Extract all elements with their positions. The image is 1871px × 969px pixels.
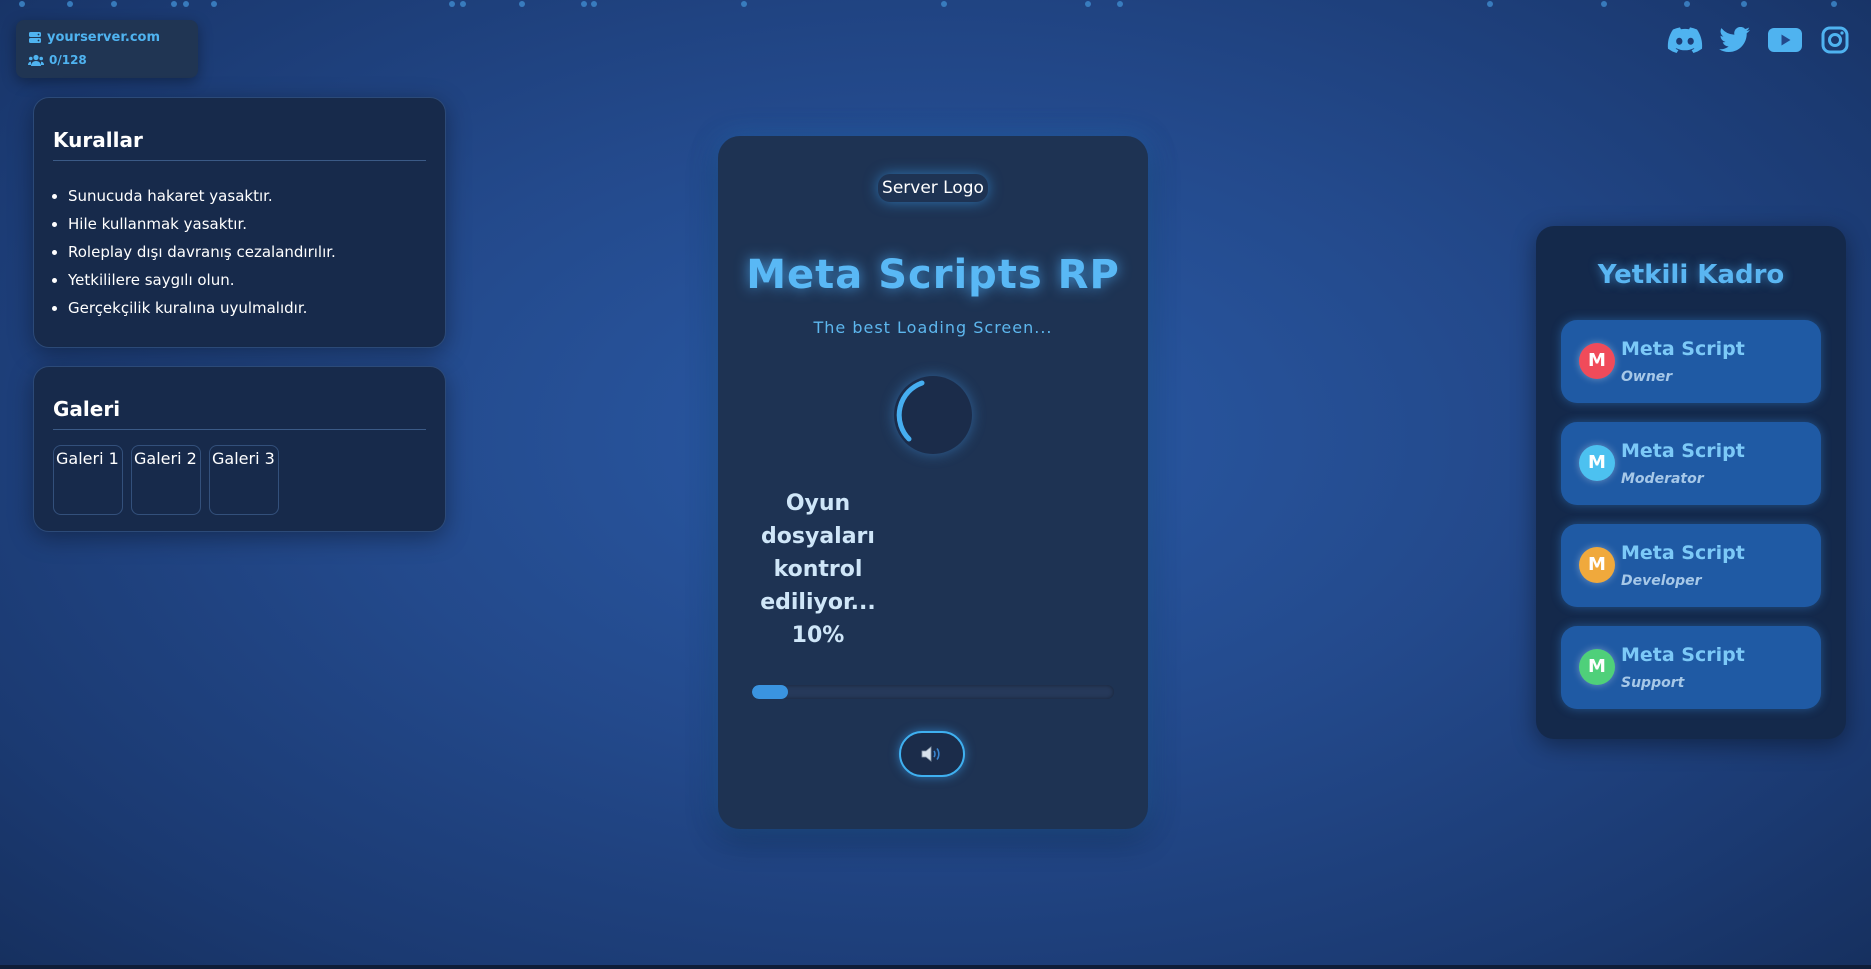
staff-role: Developer <box>1621 573 1702 589</box>
staff-name: Meta Script <box>1621 440 1745 462</box>
gallery-title: Galeri <box>53 397 426 430</box>
staff-card-owner: M Meta Script Owner <box>1561 320 1821 403</box>
progress-fill <box>752 685 789 699</box>
rules-panel: Kurallar Sunucuda hakaret yasaktır. Hile… <box>33 97 446 348</box>
player-count-row: 0/128 <box>28 53 87 67</box>
loading-card: Server Logo Meta Scripts RP The best Loa… <box>718 136 1148 829</box>
decorative-dots <box>0 0 1871 10</box>
staff-title: Yetkili Kadro <box>1597 260 1785 290</box>
youtube-icon[interactable] <box>1767 24 1803 56</box>
staff-role: Owner <box>1621 369 1673 385</box>
server-title: Meta Scripts RP <box>746 252 1120 298</box>
staff-name: Meta Script <box>1621 338 1745 360</box>
rule-item: Sunucuda hakaret yasaktır. <box>68 182 336 210</box>
avatar: M <box>1579 445 1615 481</box>
progress-bar <box>752 685 1114 699</box>
staff-card-developer: M Meta Script Developer <box>1561 524 1821 607</box>
avatar: M <box>1579 547 1615 583</box>
rules-list: Sunucuda hakaret yasaktır. Hile kullanma… <box>53 182 336 322</box>
gallery-panel: Galeri Galeri 1 Galeri 2 Galeri 3 <box>33 366 446 532</box>
gallery-thumbnails: Galeri 1 Galeri 2 Galeri 3 <box>53 445 279 515</box>
rule-item: Roleplay dışı davranış cezalandırılır. <box>68 238 336 266</box>
twitter-icon[interactable] <box>1717 24 1753 56</box>
avatar: M <box>1579 649 1615 685</box>
avatar: M <box>1579 343 1615 379</box>
staff-panel: Yetkili Kadro M Meta Script Owner M Meta… <box>1536 226 1846 739</box>
server-subtitle: The best Loading Screen... <box>813 318 1053 337</box>
player-count: 0/128 <box>49 53 87 67</box>
server-logo: Server Logo <box>878 174 988 202</box>
staff-role: Support <box>1621 675 1685 691</box>
server-address: yourserver.com <box>47 30 161 45</box>
loading-spinner <box>894 376 972 454</box>
staff-name: Meta Script <box>1621 542 1745 564</box>
staff-name: Meta Script <box>1621 644 1745 666</box>
server-address-row: yourserver.com <box>28 30 160 45</box>
users-icon <box>28 54 44 66</box>
speaker-icon <box>921 746 940 762</box>
bottom-bar <box>0 965 1871 969</box>
gallery-image-3[interactable]: Galeri 3 <box>209 445 279 515</box>
social-links <box>1667 24 1853 56</box>
sound-toggle-button[interactable] <box>899 731 965 777</box>
rule-item: Gerçekçilik kuralına uyulmalıdır. <box>68 294 336 322</box>
staff-card-support: M Meta Script Support <box>1561 626 1821 709</box>
staff-role: Moderator <box>1621 471 1704 487</box>
discord-icon[interactable] <box>1667 24 1703 56</box>
gallery-image-2[interactable]: Galeri 2 <box>131 445 201 515</box>
server-info: yourserver.com 0/128 <box>16 20 198 78</box>
instagram-icon[interactable] <box>1817 24 1853 56</box>
rules-title: Kurallar <box>53 128 426 161</box>
gallery-image-1[interactable]: Galeri 1 <box>53 445 123 515</box>
staff-card-moderator: M Meta Script Moderator <box>1561 422 1821 505</box>
loading-status: Oyun dosyaları kontrol ediliyor... 10% <box>760 491 876 648</box>
rule-item: Hile kullanmak yasaktır. <box>68 210 336 238</box>
server-icon <box>29 32 41 43</box>
rule-item: Yetkililere saygılı olun. <box>68 266 336 294</box>
